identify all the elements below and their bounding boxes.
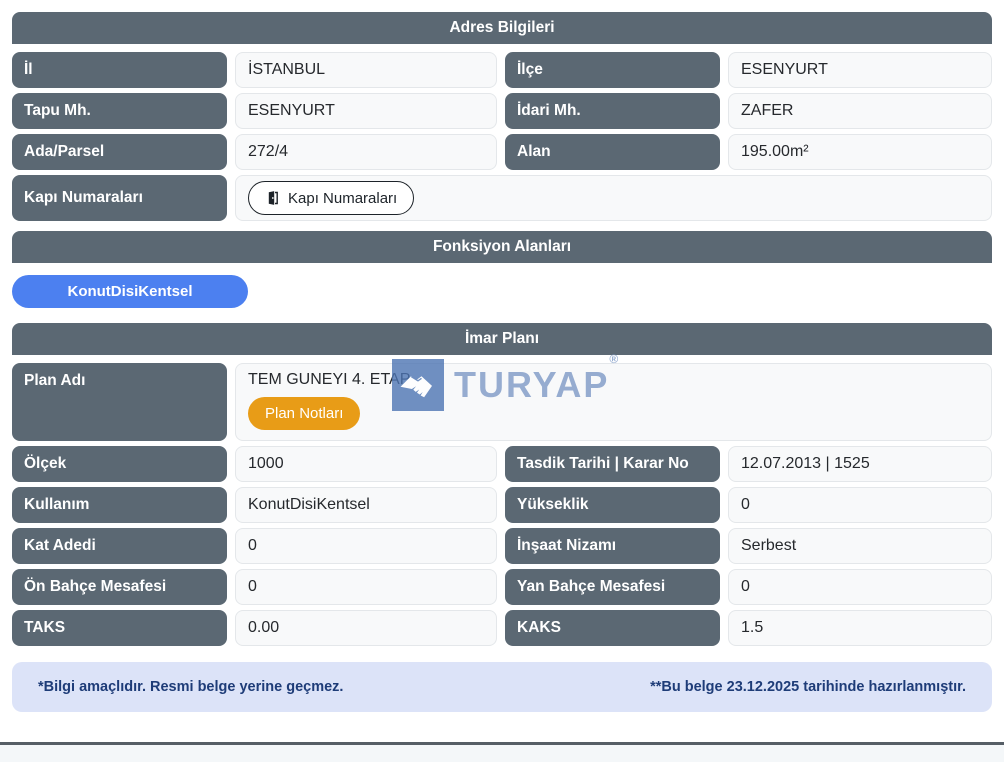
imar-info-page: Adres Bilgileri İl İSTANBUL İlçe ESENYUR… <box>0 0 1004 762</box>
field-label-kaks: KAKS <box>505 610 720 646</box>
field-value-alan: 195.00m² <box>728 134 992 170</box>
field-label-il: İl <box>12 52 227 88</box>
row-plan-adi: Plan Adı TEM GUNEYI 4. ETAP Plan Notları… <box>12 363 992 441</box>
field-value-kat-adedi: 0 <box>235 528 497 564</box>
disclaimer-text-left: *Bilgi amaçlıdır. Resmi belge yerine geç… <box>38 679 343 695</box>
row-il-ilce: İl İSTANBUL İlçe ESENYURT <box>12 52 992 88</box>
field-label-yukseklik: Yükseklik <box>505 487 720 523</box>
kapi-numaralari-button-label: Kapı Numaraları <box>288 190 397 207</box>
field-label-tasdik-tarihi-karar-no: Tasdik Tarihi | Karar No <box>505 446 720 482</box>
field-label-kullanim: Kullanım <box>12 487 227 523</box>
field-label-kapi-numaralari: Kapı Numaraları <box>12 175 227 221</box>
row-kullanim-yukseklik: Kullanım KonutDisiKentsel Yükseklik 0 <box>12 487 992 523</box>
field-value-olcek: 1000 <box>235 446 497 482</box>
footer-background <box>0 745 1004 762</box>
row-kapi-numaralari: Kapı Numaraları Kapı Numaraları <box>12 175 992 221</box>
row-ada-alan: Ada/Parsel 272/4 Alan 195.00m² <box>12 134 992 170</box>
section-header-imar-plani: İmar Planı <box>12 323 992 355</box>
field-value-yukseklik: 0 <box>728 487 992 523</box>
field-label-ilce: İlçe <box>505 52 720 88</box>
row-kat-nizam: Kat Adedi 0 İnşaat Nizamı Serbest <box>12 528 992 564</box>
field-label-idari-mh: İdari Mh. <box>505 93 720 129</box>
section-header-adres-bilgileri: Adres Bilgileri <box>12 12 992 44</box>
section-header-fonksiyon-alanlari: Fonksiyon Alanları <box>12 231 992 263</box>
field-value-on-bahce: 0 <box>235 569 497 605</box>
field-value-tasdik-tarihi-karar-no: 12.07.2013 | 1525 <box>728 446 992 482</box>
field-value-yan-bahce: 0 <box>728 569 992 605</box>
disclaimer-note: *Bilgi amaçlıdır. Resmi belge yerine geç… <box>12 662 992 712</box>
row-taks-kaks: TAKS 0.00 KAKS 1.5 <box>12 610 992 646</box>
field-value-tapu-mh: ESENYURT <box>235 93 497 129</box>
field-label-olcek: Ölçek <box>12 446 227 482</box>
row-bahce-mesafeleri: Ön Bahçe Mesafesi 0 Yan Bahçe Mesafesi 0 <box>12 569 992 605</box>
plan-notlari-button[interactable]: Plan Notları <box>248 397 360 430</box>
door-open-icon <box>265 190 281 206</box>
page-footer-strip <box>0 742 1004 762</box>
disclaimer-text-right: **Bu belge 23.12.2025 tarihinde hazırlan… <box>650 679 966 695</box>
plan-adi-text: TEM GUNEYI 4. ETAP <box>248 371 410 389</box>
field-value-idari-mh: ZAFER <box>728 93 992 129</box>
field-value-kapi-numaralari: Kapı Numaraları <box>235 175 992 221</box>
field-label-insaat-nizami: İnşaat Nizamı <box>505 528 720 564</box>
field-label-ada-parsel: Ada/Parsel <box>12 134 227 170</box>
row-tapu-idari: Tapu Mh. ESENYURT İdari Mh. ZAFER <box>12 93 992 129</box>
kapi-numaralari-button[interactable]: Kapı Numaraları <box>248 181 414 215</box>
field-label-plan-adi: Plan Adı <box>12 363 227 441</box>
field-value-il: İSTANBUL <box>235 52 497 88</box>
function-area-tag[interactable]: KonutDisiKentsel <box>12 275 248 308</box>
field-value-ada-parsel: 272/4 <box>235 134 497 170</box>
field-label-taks: TAKS <box>12 610 227 646</box>
field-value-taks: 0.00 <box>235 610 497 646</box>
field-value-insaat-nizami: Serbest <box>728 528 992 564</box>
row-olcek-tasdik: Ölçek 1000 Tasdik Tarihi | Karar No 12.0… <box>12 446 992 482</box>
field-label-kat-adedi: Kat Adedi <box>12 528 227 564</box>
field-value-ilce: ESENYURT <box>728 52 992 88</box>
field-value-plan-adi: TEM GUNEYI 4. ETAP Plan Notları <box>235 363 992 441</box>
field-label-yan-bahce: Yan Bahçe Mesafesi <box>505 569 720 605</box>
field-label-alan: Alan <box>505 134 720 170</box>
field-label-tapu-mh: Tapu Mh. <box>12 93 227 129</box>
field-value-kaks: 1.5 <box>728 610 992 646</box>
field-value-kullanim: KonutDisiKentsel <box>235 487 497 523</box>
field-label-on-bahce: Ön Bahçe Mesafesi <box>12 569 227 605</box>
